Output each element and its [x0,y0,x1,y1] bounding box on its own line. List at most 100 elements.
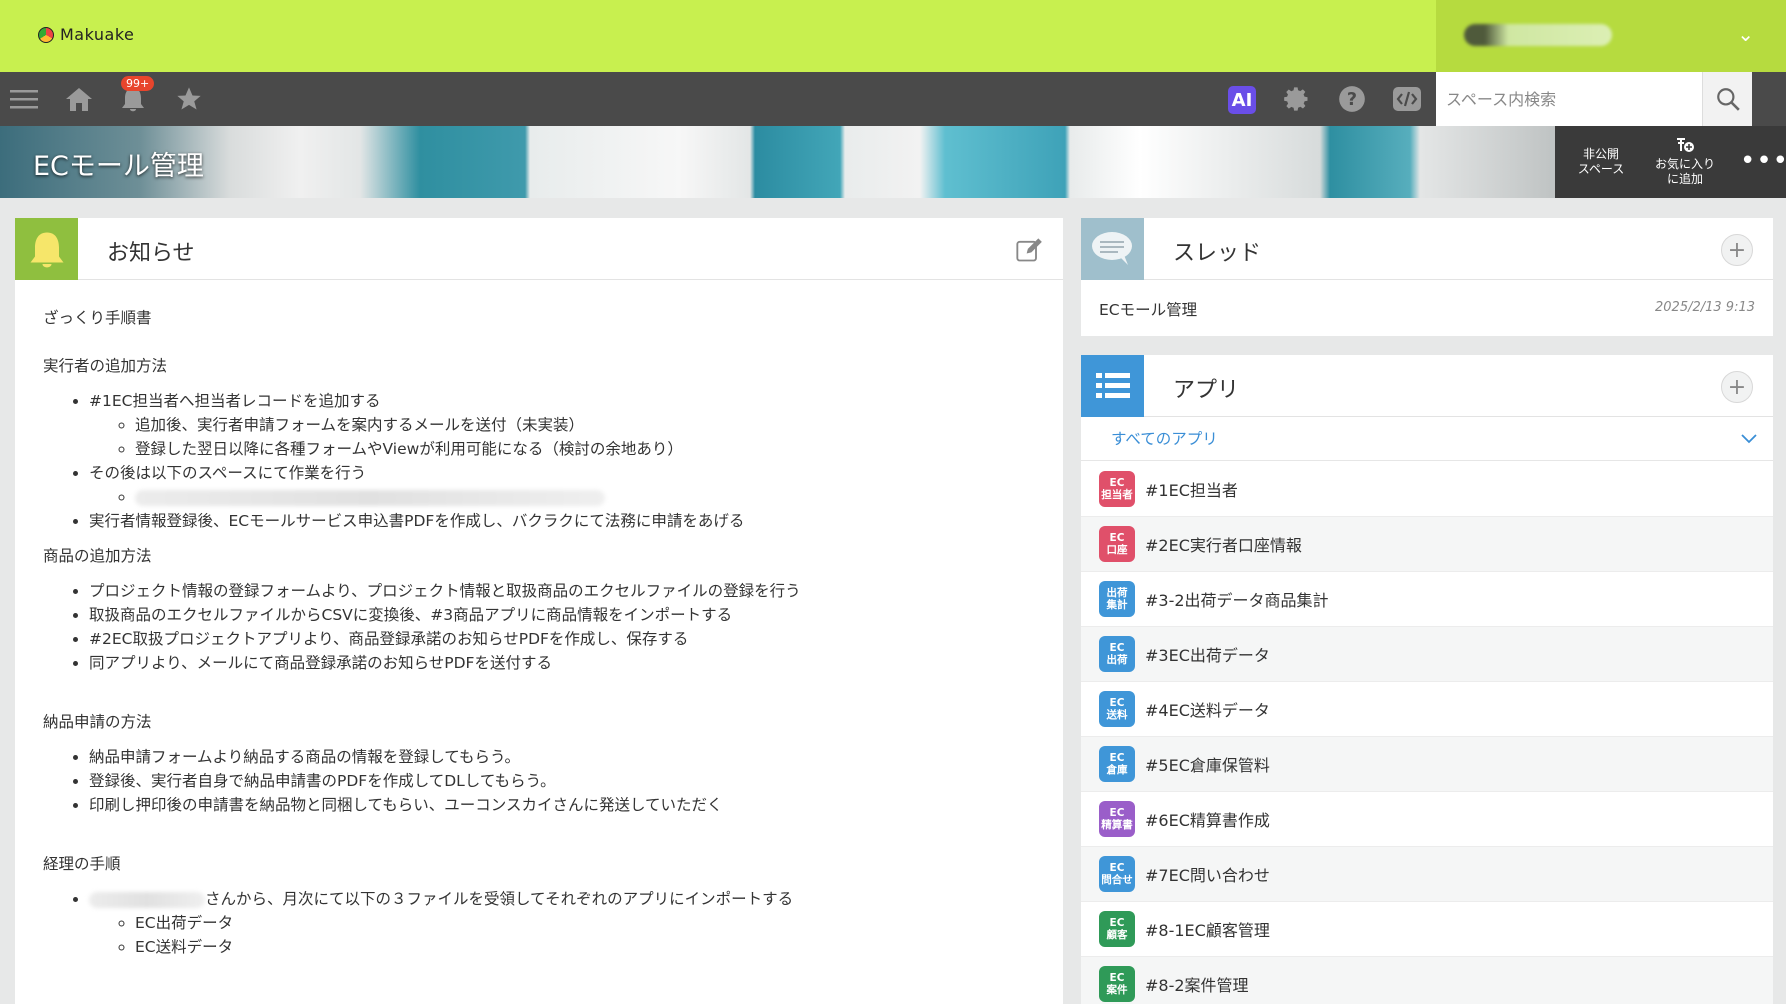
private-space-label-1: 非公開 [1582,147,1619,161]
list-item: #2EC取扱プロジェクトアプリより、商品登録承諾のお知らせPDFを作成し、保存す… [89,627,1043,651]
app-icon-label-bottom: 口座 [1106,544,1128,556]
list-item: その後は以下のスペースにて作業を行う [89,461,1043,509]
pin-plus-icon [1677,138,1694,152]
app-icon-label-top: EC [1109,532,1125,544]
list-item: 登録後、実行者自身で納品申請書のPDFを作成してDLしてもらう。 [89,769,1043,793]
app-label[interactable]: #3-2出荷データ商品集計 [1145,587,1329,611]
brand-name: Makuake [60,25,135,44]
app-label[interactable]: #7EC問い合わせ [1145,862,1270,886]
notice-heading: 経理の手順 [43,855,121,873]
app-icon: EC 案件 [1099,966,1135,1002]
more-options-button[interactable]: ••• [1740,146,1786,176]
gear-icon[interactable] [1282,84,1312,114]
app-item[interactable]: EC 案件 #8-2案件管理 [1081,957,1773,1004]
notice-list: #1EC担当者へ担当者レコードを追加する 追加後、実行者申請フォームを案内するメ… [43,389,1043,533]
add-favorite-button[interactable]: お気に入り に追加 [1643,126,1727,198]
app-label[interactable]: #6EC精算書作成 [1145,807,1270,831]
thread-name[interactable]: ECモール管理 [1099,301,1197,319]
app-icon-label-bottom: 問合せ [1101,874,1133,886]
app-icon: EC 倉庫 [1099,746,1135,782]
space-title: ECモール管理 [33,151,204,182]
app-label[interactable]: #5EC倉庫保管料 [1145,752,1270,776]
add-favorite-label-1: お気に入り [1654,157,1715,171]
chevron-down-icon[interactable]: ⌄ [1737,22,1754,46]
app-icon: EC 口座 [1099,526,1135,562]
edit-icon[interactable] [1015,236,1043,268]
thread-item[interactable]: ECモール管理 2025/2/13 9:13 [1099,298,1755,320]
menu-icon[interactable] [9,84,39,114]
thread-header: スレッド + [1081,218,1773,280]
space-header-banner: ECモール管理 [0,126,1786,198]
apps-header: アプリ + [1081,355,1773,417]
app-label[interactable]: #1EC担当者 [1145,477,1238,501]
space-search-input[interactable] [1436,72,1702,126]
user-name-redacted [1464,24,1612,46]
app-icon-label-bottom: 顧客 [1106,929,1128,941]
app-icon-label-top: EC [1109,697,1125,709]
app-label[interactable]: #4EC送料データ [1145,697,1270,721]
home-icon[interactable] [64,84,94,114]
list-item: 納品申請フォームより納品する商品の情報を登録してもらう。 [89,745,1043,769]
app-item[interactable]: EC 顧客 #8-1EC顧客管理 [1081,902,1773,957]
list-item: 取扱商品のエクセルファイルからCSVに変換後、#3商品アプリに商品情報をインポー… [89,603,1043,627]
app-icon-label-bottom: 出荷 [1106,654,1128,666]
notice-list: さんから、月次にて以下の３ファイルを受領してそれぞれのアプリにインポートする E… [43,887,1043,959]
app-icon: EC 担当者 [1099,471,1135,507]
app-item[interactable]: EC 口座 #2EC実行者口座情報 [1081,517,1773,572]
app-item[interactable]: EC 送料 #4EC送料データ [1081,682,1773,737]
app-icon-label-top: EC [1109,972,1125,984]
list-icon [1081,355,1144,417]
list-item: EC送料データ [135,935,1043,959]
redacted-link [135,489,605,506]
app-icon-label-top: EC [1109,917,1125,929]
app-icon: EC 顧客 [1099,911,1135,947]
code-icon[interactable] [1392,84,1422,114]
list-item: 追加後、実行者申請フォームを案内するメールを送付（未実装） [135,413,1043,437]
app-label[interactable]: #8-2案件管理 [1145,972,1249,996]
app-icon: EC 問合せ [1099,856,1135,892]
app-item[interactable]: EC 精算書 #6EC精算書作成 [1081,792,1773,847]
app-icon-label-bottom: 案件 [1106,984,1128,996]
app-icon-label-bottom: 集計 [1106,599,1128,611]
add-thread-button[interactable]: + [1721,234,1753,266]
app-item[interactable]: 出荷 集計 #3-2出荷データ商品集計 [1081,572,1773,627]
chevron-down-icon [1741,417,1757,461]
app-label[interactable]: #2EC実行者口座情報 [1145,532,1302,556]
ai-assistant-button[interactable]: AI [1228,86,1256,114]
app-item[interactable]: EC 出荷 #3EC出荷データ [1081,627,1773,682]
notice-title: お知らせ [107,241,195,266]
brand-logo-link[interactable]: Makuake [38,25,134,44]
private-space-button[interactable]: 非公開 スペース [1565,126,1637,198]
app-item[interactable]: EC 担当者 #1EC担当者 [1081,462,1773,517]
app-label[interactable]: #8-1EC顧客管理 [1145,917,1270,941]
list-item: さんから、月次にて以下の３ファイルを受領してそれぞれのアプリにインポートする E… [89,887,1043,959]
star-icon[interactable] [174,84,204,114]
list-item: 登録した翌日以降に各種フォームやViewが利用可能になる（検討の余地あり） [135,437,1043,461]
apps-panel: アプリ + すべてのアプリ EC 担当者 #1EC担当者 EC 口座 #2EC実行者口座情… [1081,355,1773,1004]
notice-heading: ざっくり手順書 [43,309,152,327]
app-item[interactable]: EC 倉庫 #5EC倉庫保管料 [1081,737,1773,792]
notice-header: お知らせ [15,218,1063,280]
notice-list: プロジェクト情報の登録フォームより、プロジェクト情報と取扱商品のエクセルファイル… [43,579,1043,675]
notice-heading: 納品申請の方法 [43,713,152,731]
brand-bar: Makuake ⌄ [0,0,1786,72]
notice-content: ざっくり手順書 実行者の追加方法 #1EC担当者へ担当者レコードを追加する 追加… [43,306,1043,959]
app-label[interactable]: #3EC出荷データ [1145,642,1270,666]
add-app-button[interactable]: + [1721,371,1753,403]
app-icon-label-bottom: 精算書 [1101,819,1133,831]
app-icon-label-top: EC [1109,862,1125,874]
search-button[interactable] [1702,72,1752,126]
thread-title: スレッド [1173,241,1262,266]
app-icon: EC 送料 [1099,691,1135,727]
app-item[interactable]: EC 問合せ #7EC問い合わせ [1081,847,1773,902]
help-icon[interactable]: ? [1337,84,1367,114]
list-item: 印刷し押印後の申請書を納品物と同梱してもらい、ユーコンスカイさんに発送していただ… [89,793,1043,817]
user-menu[interactable]: ⌄ [1436,0,1786,72]
app-icon-label-top: 出荷 [1106,587,1128,599]
redacted-name [89,891,205,908]
app-icon: EC 精算書 [1099,801,1135,837]
search-icon [1716,88,1740,111]
list-item: 同アプリより、メールにて商品登録承諾のお知らせPDFを送付する [89,651,1043,675]
list-item: プロジェクト情報の登録フォームより、プロジェクト情報と取扱商品のエクセルファイル… [89,579,1043,603]
apps-filter-dropdown[interactable]: すべてのアプリ [1081,417,1773,461]
